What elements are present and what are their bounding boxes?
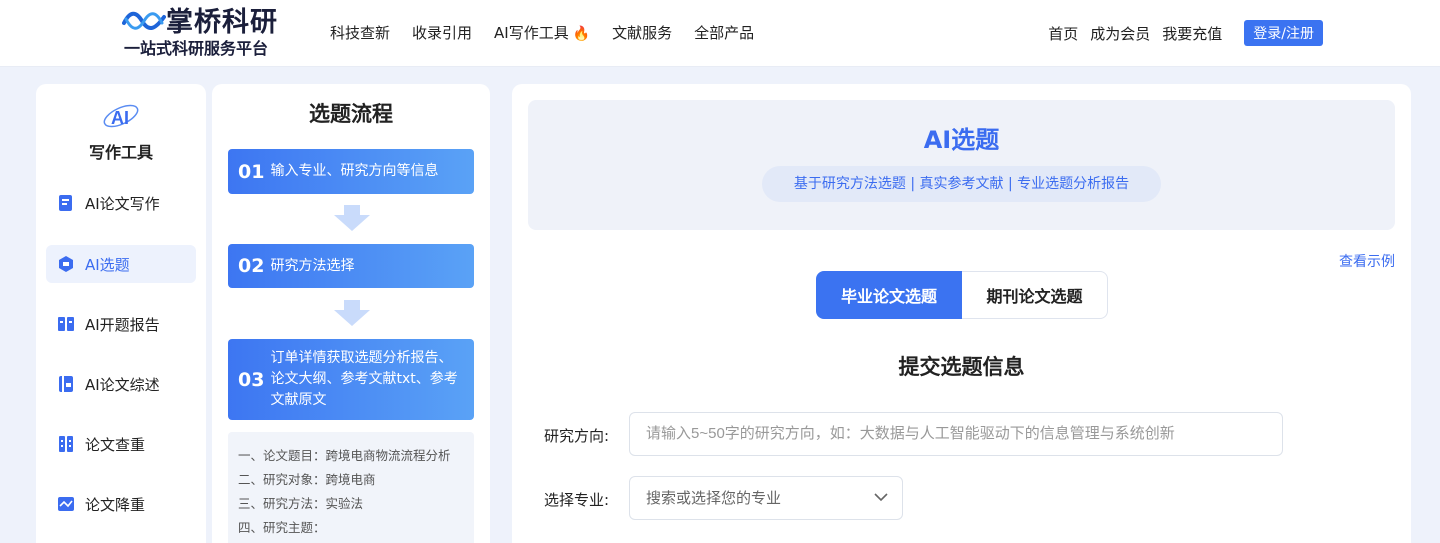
nav-item-all-products[interactable]: 全部产品	[694, 22, 754, 43]
fire-icon: 🔥	[572, 26, 591, 42]
home-link[interactable]: 首页	[1048, 23, 1078, 44]
major-label: 选择专业:	[544, 491, 610, 509]
nav-item-tech-search[interactable]: 科技查新	[330, 22, 390, 43]
logo-subtitle: 一站式科研服务平台	[124, 39, 269, 58]
document-ai-icon	[59, 195, 72, 211]
ai-badge-icon	[59, 256, 73, 272]
grid-check-icon	[59, 436, 73, 452]
down-arrow-icon	[334, 300, 370, 326]
sidebar-item-ai-review[interactable]: AI论文综述	[46, 365, 196, 403]
chevron-down-icon	[874, 493, 888, 502]
tab-thesis-topic[interactable]: 毕业论文选题	[816, 271, 962, 319]
major-select-placeholder: 搜索或选择您的专业	[646, 489, 782, 507]
sidebar-title: 写作工具	[88, 143, 153, 162]
sidebar-item-plagiarism-reduce[interactable]: 论文降重	[46, 485, 196, 523]
sidebar-item-ai-topic[interactable]: AI选题	[46, 245, 196, 283]
research-direction-label: 研究方向:	[544, 427, 610, 445]
sidebar-item-ai-paper-writing[interactable]: AI论文写作	[46, 184, 196, 222]
example-line: 一、论文题目：跨境电商物流流程分析	[238, 448, 451, 463]
hero-title: AI选题	[923, 126, 1000, 154]
sidebar-item-label: 论文降重	[85, 495, 146, 514]
sidebar-item-label: 论文查重	[85, 435, 146, 454]
tab-journal-topic[interactable]: 期刊论文选题	[962, 271, 1108, 319]
site-logo[interactable]: 掌桥科研 一站式科研服务平台	[122, 5, 292, 61]
view-example-link[interactable]: 查看示例	[1339, 251, 1395, 271]
feature-pill: 基于研究方法选题 | 真实参考文献 | 专业选题分析报告	[762, 166, 1161, 202]
step-text: 订单详情获取选题分析报告、论文大纲、参考文献txt、参考 文献原文	[270, 350, 458, 408]
top-navigation-bar: 掌桥科研 一站式科研服务平台 科技查新 收录引用 AI写作工具 🔥 文献服务 全部…	[0, 0, 1440, 67]
step-text: 研究方法选择	[270, 257, 355, 274]
step-text: 输入专业、研究方向等信息	[270, 163, 439, 179]
nav-item-ai-tools-label: AI写作工具	[494, 24, 569, 42]
major-select[interactable]: 搜索或选择您的专业	[629, 476, 903, 520]
form-title: 提交选题信息	[898, 355, 1025, 379]
logo-wave-icon	[122, 11, 166, 30]
process-step-3: 03 订单详情获取选题分析报告、论文大纲、参考文献txt、参考 文献原文	[228, 339, 474, 420]
sidebar-item-label: AI论文综述	[85, 375, 160, 394]
sidebar-item-ai-proposal[interactable]: AI开题报告	[46, 305, 196, 343]
hero-banner: AI选题 基于研究方法选题 | 真实参考文献 | 专业选题分析报告	[528, 100, 1395, 230]
wave-chart-icon	[58, 497, 74, 511]
ai-topic-main-panel: AI选题 基于研究方法选题 | 真实参考文献 | 专业选题分析报告 查看示例 毕…	[512, 84, 1411, 543]
main-nav: 科技查新 收录引用 AI写作工具 🔥 文献服务 全部产品	[330, 22, 754, 43]
step-number: 02	[238, 255, 265, 277]
recharge-link[interactable]: 我要充值	[1162, 23, 1222, 44]
topic-type-tabs: 毕业论文选题 期刊论文选题	[816, 271, 1108, 319]
step-number: 01	[238, 160, 265, 183]
topic-process-panel: 选题流程 01 输入专业、研究方向等信息 02 研究方法选择 03 订单详情获取…	[212, 84, 490, 543]
writing-tools-sidebar: AI 写作工具 AI论文写作 AI选题 AI开题报告 AI论文综述 论文查重 论…	[36, 84, 206, 543]
process-step-2: 02 研究方法选择	[228, 244, 474, 288]
open-book-icon	[58, 317, 74, 331]
nav-item-ai-tools[interactable]: AI写作工具 🔥	[494, 22, 590, 43]
ai-orbit-icon-text: AI	[111, 108, 129, 128]
down-arrow-icon	[334, 205, 370, 231]
sidebar-item-label: AI开题报告	[85, 315, 160, 334]
example-output-box: 一、论文题目：跨境电商物流流程分析 二、研究对象：跨境电商 三、研究方法：实验法…	[228, 432, 474, 543]
book-ai-icon	[59, 376, 73, 392]
login-register-button[interactable]: 登录/注册	[1244, 20, 1323, 46]
example-line: 二、研究对象：跨境电商	[238, 472, 376, 487]
membership-link[interactable]: 成为会员	[1090, 23, 1150, 44]
nav-item-literature[interactable]: 文献服务	[612, 22, 672, 43]
header-right-links: 首页 成为会员 我要充值 登录/注册	[1048, 20, 1323, 46]
research-direction-input[interactable]: 请输入5~50字的研究方向，如：大数据与人工智能驱动下的信息管理与系统创新	[629, 412, 1283, 456]
process-step-1: 01 输入专业、研究方向等信息	[228, 149, 474, 194]
sidebar-item-label: AI论文写作	[85, 194, 160, 213]
logo-title: 掌桥科研	[166, 7, 278, 38]
process-title: 选题流程	[309, 102, 393, 126]
example-line: 四、研究主题：	[238, 520, 326, 535]
nav-item-citation[interactable]: 收录引用	[412, 22, 472, 43]
example-line: 三、研究方法：实验法	[238, 496, 364, 511]
step-number: 03	[238, 368, 265, 391]
sidebar-item-label: AI选题	[85, 255, 130, 274]
sidebar-item-plagiarism-check[interactable]: 论文查重	[46, 425, 196, 463]
ai-orbit-icon: AI	[103, 104, 139, 128]
